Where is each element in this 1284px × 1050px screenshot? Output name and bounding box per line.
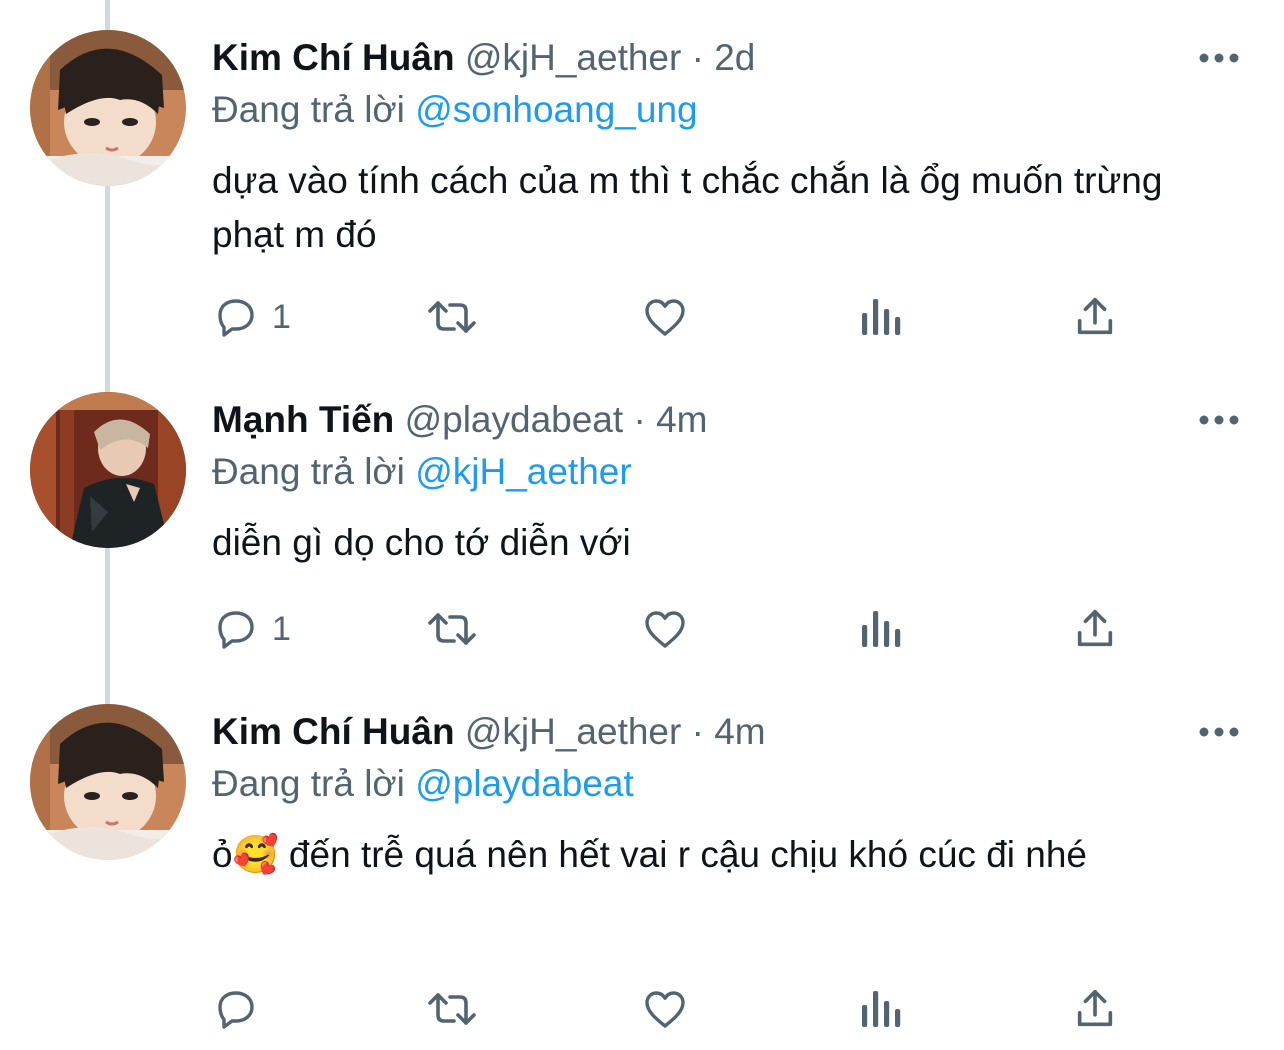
display-name[interactable]: Mạnh Tiến: [212, 399, 394, 440]
more-options-button[interactable]: [1198, 410, 1240, 430]
tweet[interactable]: Mạnh Tiến @playdabeat · 4m Đang trả lời …: [0, 392, 1284, 672]
reply-button[interactable]: 1: [212, 292, 291, 342]
reply-count: 1: [272, 609, 291, 648]
tweet[interactable]: Kim Chí Huân @kjH_aether · 4m Đang trả l…: [0, 704, 1284, 1044]
share-upload-icon: [1077, 609, 1113, 647]
share-button[interactable]: [1072, 292, 1118, 342]
more-options-button[interactable]: [1198, 48, 1240, 68]
retweet-button[interactable]: [424, 604, 480, 654]
replying-to-label: Đang trả lời: [212, 451, 405, 492]
tweet-header: Mạnh Tiến @playdabeat · 4m: [212, 392, 707, 448]
like-button[interactable]: [640, 984, 690, 1034]
heart-icon: [645, 299, 685, 336]
like-button[interactable]: [640, 292, 690, 342]
avatar[interactable]: [30, 704, 186, 860]
tweet-text: ỏ🥰 đến trễ quá nên hết vai r cậu chịu kh…: [212, 834, 1088, 875]
tweet-header: Kim Chí Huân @kjH_aether · 2d: [212, 30, 755, 86]
reply-button[interactable]: 1: [212, 604, 291, 654]
retweet-button[interactable]: [424, 292, 480, 342]
reply-count: 1: [272, 297, 291, 336]
username-handle[interactable]: @kjH_aether: [465, 711, 682, 752]
separator-dot: ·: [691, 711, 704, 752]
replying-to-label: Đang trả lời: [212, 89, 405, 130]
replying-to-line: Đang trả lời @playdabeat: [212, 758, 634, 810]
timestamp[interactable]: 4m: [656, 399, 707, 440]
mention-link[interactable]: @kjH_aether: [415, 451, 632, 492]
more-dots-icon: [1199, 727, 1239, 737]
share-upload-icon: [1077, 297, 1113, 335]
separator-dot: ·: [691, 37, 704, 78]
tweet-header: Kim Chí Huân @kjH_aether · 4m: [212, 704, 766, 760]
tweet-text: dựa vào tính cách của m thì t chắc chắn …: [212, 160, 1163, 255]
reply-bubble-icon: [218, 991, 254, 1029]
tweet-text: diễn gì dọ cho tớ diễn với: [212, 522, 631, 563]
mention-link[interactable]: @playdabeat: [415, 763, 634, 804]
replying-to-label: Đang trả lời: [212, 763, 405, 804]
view-count-button[interactable]: [858, 604, 902, 654]
display-name[interactable]: Kim Chí Huân: [212, 37, 455, 78]
timestamp[interactable]: 2d: [714, 37, 755, 78]
replying-to-line: Đang trả lời @kjH_aether: [212, 446, 632, 498]
heart-icon: [645, 991, 685, 1028]
reply-bubble-icon: [218, 611, 254, 649]
tweet[interactable]: Kim Chí Huân @kjH_aether · 2d Đang trả l…: [0, 30, 1284, 360]
retweet-arrows-icon: [428, 613, 476, 645]
reply-button[interactable]: [212, 984, 272, 1034]
retweet-button[interactable]: [424, 984, 480, 1034]
avatar[interactable]: [30, 392, 186, 548]
retweet-arrows-icon: [428, 301, 476, 333]
retweet-arrows-icon: [428, 993, 476, 1025]
bar-chart-icon: [862, 611, 901, 647]
separator-dot: ·: [633, 399, 646, 440]
bar-chart-icon: [862, 299, 901, 335]
display-name[interactable]: Kim Chí Huân: [212, 711, 455, 752]
bar-chart-icon: [862, 991, 901, 1027]
reply-bubble-icon: [218, 299, 254, 337]
heart-icon: [645, 611, 685, 648]
mention-link[interactable]: @sonhoang_ung: [415, 89, 697, 130]
share-upload-icon: [1077, 989, 1113, 1027]
replying-to-line: Đang trả lời @sonhoang_ung: [212, 84, 698, 136]
username-handle[interactable]: @kjH_aether: [465, 37, 682, 78]
share-button[interactable]: [1072, 984, 1118, 1034]
tweet-actions: [212, 984, 1132, 1034]
thread-connector-line: [105, 0, 110, 30]
view-count-button[interactable]: [858, 292, 902, 342]
more-dots-icon: [1199, 53, 1239, 63]
more-options-button[interactable]: [1198, 722, 1240, 742]
like-button[interactable]: [640, 604, 690, 654]
tweet-actions: 1: [212, 292, 1132, 342]
view-count-button[interactable]: [858, 984, 902, 1034]
timestamp[interactable]: 4m: [714, 711, 765, 752]
avatar[interactable]: [30, 30, 186, 186]
tweet-actions: 1: [212, 604, 1132, 654]
more-dots-icon: [1199, 415, 1239, 425]
share-button[interactable]: [1072, 604, 1118, 654]
username-handle[interactable]: @playdabeat: [405, 399, 624, 440]
